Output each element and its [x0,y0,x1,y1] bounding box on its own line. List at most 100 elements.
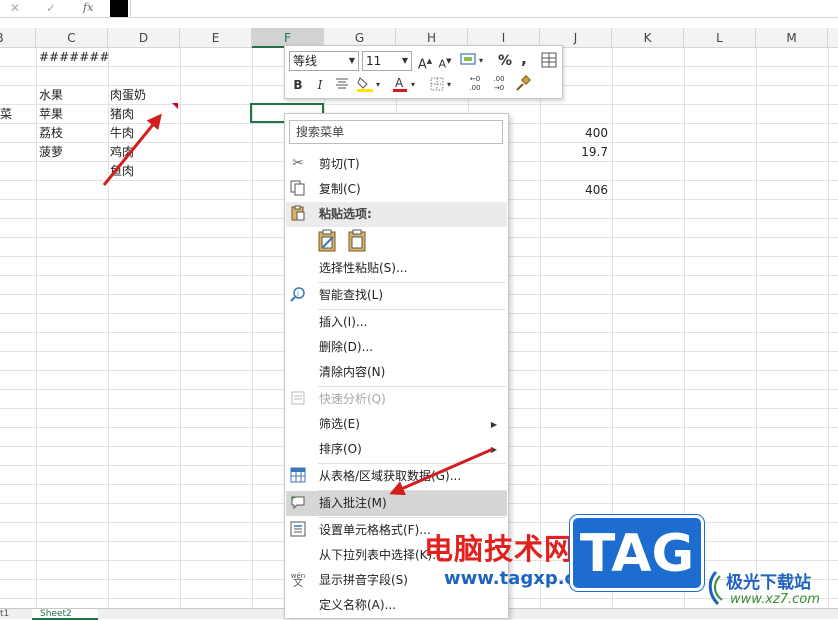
copy-icon [289,180,307,198]
menu-search-input[interactable]: 搜索菜单 [289,120,503,144]
paste-icon[interactable] [347,229,369,253]
menu-item-paste-special[interactable]: 选择性粘贴(S)... [286,256,507,281]
bold-button[interactable]: B [289,75,307,95]
cancel-icon[interactable]: ✕ [10,0,20,16]
smart-lookup-icon: i [289,286,307,304]
paste-options-icons [317,228,377,254]
cell-c-fruit[interactable]: 水果 [39,86,63,105]
number-format-button[interactable]: ▾ [459,51,489,71]
menu-item-quick-analysis: 快速分析(Q) [286,387,507,412]
svg-text:▾: ▾ [447,80,451,89]
table-icon [289,467,307,485]
sheet-tab-partial[interactable]: t1 [0,609,9,620]
menu-item-filter[interactable]: 筛选(E) ▶ [286,412,507,437]
menu-item-clear-contents-label: 清除内容(N) [319,365,386,379]
cell-d-fish[interactable]: 鱼肉 [110,162,134,181]
menu-item-smart-lookup[interactable]: i 智能查找(L) [286,283,507,308]
svg-text:A: A [395,76,404,90]
phonetic-icon-bottom: 文 [293,578,303,589]
jiguang-brand-name: 极光下载站 [726,573,811,593]
menu-item-sort[interactable]: 排序(O) ▶ [286,437,507,462]
font-color-icon: A ▾ [393,76,415,92]
submenu-arrow-icon: ▶ [490,420,497,429]
menu-item-filter-label: 筛选(E) [319,417,360,431]
cell-d-meat-egg-milk[interactable]: 肉蛋奶 [110,86,146,105]
fill-color-button[interactable]: ▾ [355,75,385,95]
svg-text:▾: ▾ [479,56,483,65]
submenu-arrow-icon: ▶ [490,445,497,454]
menu-item-delete-label: 删除(D)... [319,340,374,354]
paste-options-label: 粘贴选项: [319,207,372,221]
column-header-d[interactable]: D [108,28,180,48]
clipboard-icon [289,205,307,223]
menu-item-get-data[interactable]: 从表格/区域获取数据(G)... [286,464,507,489]
align-center-icon [336,78,348,89]
formula-input[interactable] [130,0,838,17]
format-painter-grid-button[interactable] [539,51,559,71]
formula-bar: ✕ ✓ fx [0,0,838,18]
cell-c-hash[interactable]: ####### [39,48,109,67]
svg-text:▾: ▾ [376,80,380,89]
column-header-k[interactable]: K [612,28,684,48]
chevron-down-icon: ▼ [348,56,355,65]
column-header-b[interactable]: B [0,28,36,48]
menu-item-copy-label: 复制(C) [319,182,361,196]
chevron-down-icon: ▼ [401,56,408,65]
menu-item-delete[interactable]: 删除(D)... [286,335,507,360]
font-color-button[interactable]: A ▾ [391,75,421,95]
column-header-m[interactable]: M [756,28,828,48]
menu-item-cut[interactable]: ✂ 剪切(T) [286,152,507,177]
cell-c-apple[interactable]: 苹果 [39,105,63,124]
grow-font-button[interactable]: A▲ [417,51,433,73]
align-center-button[interactable] [333,75,351,95]
tag-logo: TAG [570,515,704,591]
column-header-l[interactable]: L [684,28,756,48]
quick-analysis-icon [289,390,307,408]
percent-style-button[interactable]: % [497,51,513,71]
increase-decimal-button[interactable]: ←0 .00 [465,75,485,95]
cell-d-chicken[interactable]: 鸡肉 [110,143,134,162]
formula-bar-marker [110,0,128,17]
column-header-e[interactable]: E [180,28,252,48]
jiguang-logo: 极光下载站 www.xz7.com [706,566,836,614]
cell-b-veg[interactable]: 菜 [0,105,12,124]
paintbrush-icon [516,75,531,91]
borders-icon: ▾ [430,77,451,91]
menu-item-copy[interactable]: 复制(C) [286,177,507,202]
phonetic-guide-icon: wén 文 [289,571,307,589]
menu-item-define-name[interactable]: 定义名称(A)... [286,593,507,618]
confirm-icon[interactable]: ✓ [46,0,56,16]
comma-style-button[interactable]: , [517,49,531,69]
shrink-font-button[interactable]: A▼ [437,51,453,71]
menu-item-clear-contents[interactable]: 清除内容(N) [286,360,507,385]
cell-d-pork[interactable]: 猪肉 [110,105,134,124]
cell-c-pineapple[interactable]: 菠萝 [39,143,63,162]
menu-item-insert[interactable]: 插入(I)... [286,310,507,335]
cell-c-lychee[interactable]: 荔枝 [39,124,63,143]
cell-j-400[interactable]: 400 [540,124,608,143]
table-format-icon [541,52,557,68]
insert-function-icon[interactable]: fx [83,0,93,16]
italic-button[interactable]: I [311,75,329,95]
font-size-select[interactable]: 11 ▼ [362,51,412,71]
cell-j-19-7[interactable]: 19.7 [540,143,608,162]
svg-text:i: i [297,290,299,298]
format-painter-button[interactable] [513,75,533,95]
menu-item-insert-comment[interactable]: + 插入批注(M) [286,491,507,516]
decrease-decimal-button[interactable]: .00 →0 [489,75,509,95]
font-name-select[interactable]: 等线 ▼ [289,51,359,71]
paste-formatting-icon[interactable] [317,229,339,253]
menu-section-paste-options: 粘贴选项: [286,202,507,227]
sheet-tab-active[interactable]: Sheet2 [32,609,98,620]
accounting-format-icon: ▾ [460,53,483,65]
borders-button[interactable]: ▾ [429,75,459,95]
font-size-value: 11 [366,54,382,68]
increase-decimal-top: ←0 [469,75,481,83]
shrink-font-label: A [438,57,447,71]
cell-d-beef[interactable]: 牛肉 [110,124,134,143]
menu-item-quick-analysis-label: 快速分析(Q) [319,392,386,406]
cell-j-406[interactable]: 406 [540,181,608,200]
grow-font-label: A [417,57,427,73]
font-name-value: 等线 [293,54,318,68]
column-header-c[interactable]: C [36,28,108,48]
